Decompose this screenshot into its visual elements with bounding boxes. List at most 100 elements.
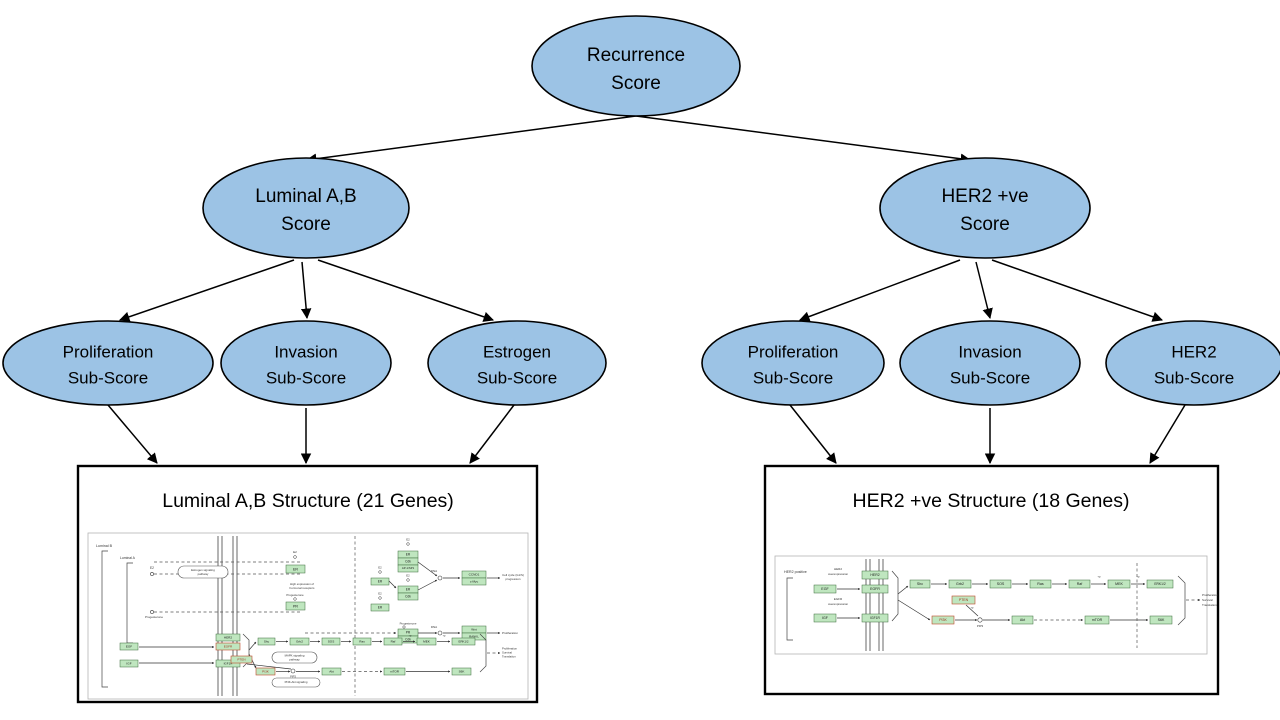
- recurrence-score-label-line1: Recurrence: [587, 45, 685, 66]
- luminal-invasion-label-line1: Invasion: [274, 342, 337, 361]
- gene-cdk-2: Cdk: [405, 594, 411, 598]
- gene-pi3k: PI3K: [262, 669, 270, 673]
- gene-raf-2: Raf: [1077, 582, 1083, 586]
- gene-grb2: Grb2: [296, 639, 303, 643]
- gene-ccnd1: CCND1: [469, 572, 480, 576]
- edge-her2-to-her2sub: [991, 259, 1163, 322]
- node-her2-invasion-subscore[interactable]: Invasion Sub-Score: [899, 320, 1081, 406]
- her2-score-label-line1: HER2 +ve: [941, 186, 1028, 207]
- edge-her2sub-to-her2-panel: [1149, 404, 1186, 464]
- node-luminal-invasion-subscore[interactable]: Invasion Sub-Score: [220, 320, 392, 406]
- gene-akt: Akt: [329, 669, 334, 673]
- node-luminal-score[interactable]: Luminal A,B Score: [202, 157, 410, 259]
- gene-akt-2: Akt: [1020, 618, 1025, 622]
- ligand-e2-label-2: E2: [293, 550, 297, 554]
- her2-outcome-annotation-line1: Proliferation: [1202, 593, 1218, 597]
- her2-sub-label-line1: HER2: [1171, 342, 1216, 361]
- her2-invasion-ellipse[interactable]: [899, 320, 1081, 406]
- node-her2-her2-subscore[interactable]: HER2 Sub-Score: [1105, 320, 1280, 406]
- gene-egf: EGF: [126, 644, 132, 648]
- edge-proliferation2-to-her2-panel: [789, 404, 837, 464]
- node-her2-proliferation-subscore[interactable]: Proliferation Sub-Score: [701, 320, 885, 406]
- node-recurrence-score[interactable]: Recurrence Score: [531, 15, 741, 117]
- her2-invasion-label-line1: Invasion: [958, 342, 1021, 361]
- panel-luminal-structure[interactable]: Luminal A,B Structure (21 Genes) Luminal…: [76, 464, 539, 704]
- gene-er-nuc-3: ER: [406, 587, 411, 591]
- dna-annotation-2: DNA: [431, 625, 437, 629]
- edge-luminal-to-proliferation: [119, 259, 295, 322]
- gene-s6k: S6K: [459, 669, 466, 673]
- her2-sub-ellipse[interactable]: [1105, 320, 1280, 406]
- her2-score-label-line2: Score: [960, 214, 1010, 235]
- her2-structure-title: HER2 +ve Structure (18 Genes): [853, 490, 1130, 512]
- luminal-invasion-label-line2: Sub-Score: [266, 368, 346, 387]
- gene-grb2-2: Grb2: [956, 582, 964, 586]
- gene-erk12: ERK1/2: [459, 639, 469, 643]
- her2-outcome-annotation-line2: Survival: [1202, 598, 1213, 602]
- ligand-e2-label-3: E2: [406, 538, 410, 542]
- luminal-a-group-label: Luminal A: [120, 556, 136, 560]
- gene-pten-2: PTEN: [959, 598, 969, 602]
- luminal-score-label-line2: Score: [281, 214, 331, 235]
- gene-cdk-1: Cdk: [405, 559, 411, 563]
- gene-igf1r-2: IGF1R: [870, 616, 880, 620]
- gene-egfr-2: EGFR: [870, 587, 880, 591]
- gene-erk12-2: ERK1/2: [1154, 582, 1166, 586]
- ligand-progesterone-label-2: Progesterone: [286, 593, 304, 597]
- luminal-proliferation-label-line2: Sub-Score: [68, 368, 148, 387]
- gene-rankl: RANKL: [469, 634, 479, 638]
- edge-root-to-her2: [635, 115, 972, 164]
- gene-mtor: mTOR: [390, 669, 400, 673]
- ligand-progesterone-label-1: Progesterone: [145, 615, 163, 619]
- ligand-e2-label-6: E2: [378, 592, 382, 596]
- her2-invasion-label-line2: Sub-Score: [950, 368, 1030, 387]
- gene-her2: HER2: [224, 635, 233, 639]
- luminal-proliferation-label-line1: Proliferation: [63, 342, 154, 361]
- her2-positive-group-label: HER2 positive: [784, 570, 807, 574]
- luminal-invasion-ellipse[interactable]: [220, 320, 392, 406]
- gene-er-nuc-1: ER: [406, 552, 411, 556]
- diagram-canvas: Recurrence Score Luminal A,B Score HER2 …: [2, 15, 1280, 704]
- pip3-annotation-2: PIP3: [977, 624, 984, 628]
- gene-er-nuc-4: ER: [378, 605, 383, 609]
- ligand-progesterone-label-3: Progesterone: [400, 622, 417, 626]
- gene-pten: PTEN: [237, 657, 245, 661]
- egfr-over-annotation-line1: EGFR: [834, 597, 843, 601]
- her2-proliferation-label-line2: Sub-Score: [753, 368, 833, 387]
- gene-sos-2: SOS: [997, 582, 1005, 586]
- gene-shc-2: Shc: [917, 582, 923, 586]
- her2-proliferation-label-line1: Proliferation: [748, 342, 839, 361]
- ligand-e2-label-5: E2: [406, 574, 410, 578]
- gene-sos: SOS: [328, 639, 335, 643]
- edge-root-to-luminal: [305, 115, 637, 164]
- ligand-e2-label-4: E2: [378, 566, 382, 570]
- her2-score-ellipse[interactable]: [879, 157, 1091, 259]
- gene-ras: Ras: [359, 639, 365, 643]
- luminal-estrogen-label-line1: Estrogen: [483, 342, 551, 361]
- luminal-proliferation-ellipse[interactable]: [2, 320, 214, 406]
- gene-mtor-2: mTOR: [1092, 618, 1103, 622]
- cellcycle-annotation-line2: progression: [505, 577, 520, 581]
- node-luminal-estrogen-subscore[interactable]: Estrogen Sub-Score: [427, 320, 607, 406]
- her2-proliferation-ellipse[interactable]: [701, 320, 885, 406]
- gene-cdk-3: Cdk: [405, 637, 411, 641]
- gene-pi3k-2: PI3K: [939, 618, 947, 622]
- gene-egf-2: EGF: [821, 587, 829, 591]
- her2-sub-label-line2: Sub-Score: [1154, 368, 1234, 387]
- gene-ras-2: Ras: [1037, 582, 1044, 586]
- node-luminal-proliferation-subscore[interactable]: Proliferation Sub-Score: [2, 320, 214, 406]
- luminal-score-ellipse[interactable]: [202, 157, 410, 259]
- gene-her2-2: HER2: [870, 573, 879, 577]
- luminal-estrogen-label-line2: Sub-Score: [477, 368, 557, 387]
- recurrence-score-label-line2: Score: [611, 73, 661, 94]
- edge-proliferation-to-luminal-panel: [107, 404, 158, 464]
- luminal-estrogen-ellipse[interactable]: [427, 320, 607, 406]
- edge-her2-to-proliferation: [799, 259, 961, 322]
- luminal-pathway-figure: Luminal B Luminal A E2 Estrogen signalin…: [87, 532, 529, 700]
- outcome-annotation-line3: Translation: [502, 655, 516, 659]
- panel-her2-structure[interactable]: HER2 +ve Structure (18 Genes) HER2 posit…: [763, 464, 1220, 696]
- ligand-e2-label-1: E2: [150, 566, 154, 570]
- node-her2-score[interactable]: HER2 +ve Score: [879, 157, 1091, 259]
- gene-egfr: EGFR: [224, 644, 233, 648]
- gene-cmyc: c-Myc: [470, 579, 479, 583]
